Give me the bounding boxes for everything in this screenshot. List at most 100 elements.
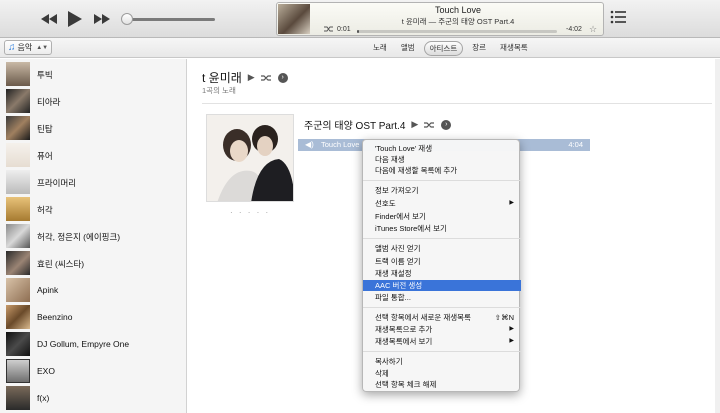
tab-playlists[interactable]: 재생목록 [495, 41, 533, 56]
list-item[interactable]: 퓨어 [0, 142, 186, 169]
track-duration: 4:04 [568, 140, 583, 149]
more-options-icon[interactable]: › [277, 72, 288, 83]
list-item[interactable]: 허각 [0, 196, 186, 223]
artist-title: t 윤미래 [202, 71, 242, 85]
album-artwork[interactable] [206, 114, 294, 202]
play-icon[interactable]: ▶ [411, 119, 418, 130]
rewind-button[interactable] [38, 8, 60, 30]
artist-thumbnail [6, 89, 30, 113]
rewind-icon [41, 14, 57, 24]
menu-item-consolidate-files[interactable]: 파일 통합... [363, 292, 521, 303]
menu-item-get-album-artwork[interactable]: 앨범 사진 얻기 [363, 243, 521, 254]
shuffle-icon[interactable] [424, 121, 435, 129]
menu-item-create-aac[interactable]: AAC 버전 생성 [363, 280, 521, 291]
remaining-time: -4:02 [566, 26, 582, 33]
submenu-arrow-icon: ▶ [509, 326, 514, 332]
menu-item-new-playlist-from-selection[interactable]: 선택 항목에서 새로운 재생목록 ⇧⌘N [363, 312, 521, 323]
menu-item-add-to-playlist[interactable]: 재생목록으로 추가 ▶ [363, 324, 521, 335]
speaker-icon: ◀) [305, 140, 314, 149]
list-item[interactable]: 틴탑 [0, 115, 186, 142]
artist-thumbnail [6, 62, 30, 86]
artist-thumbnail [6, 170, 30, 194]
list-item[interactable]: 허각, 정은지 (에이핑크) [0, 223, 186, 250]
list-icon [610, 10, 626, 24]
artist-list: 투빅 티아라 틴탑 퓨어 프라이머리 허각 허각, 정은지 (에이핑크) 효린 … [0, 59, 187, 413]
menu-item-delete[interactable]: 삭제 [363, 368, 521, 379]
menu-item-show-in-finder[interactable]: Finder에서 보기 [363, 211, 521, 222]
play-button[interactable] [64, 8, 86, 30]
menu-separator [363, 180, 521, 181]
more-options-icon[interactable]: › [441, 119, 452, 130]
menu-item-label: 선택 항목에서 새로운 재생목록 [375, 313, 471, 322]
menu-item-show-in-playlist[interactable]: 재생목록에서 보기 ▶ [363, 336, 521, 347]
artist-thumbnail [6, 332, 30, 356]
artist-name: Beenzino [37, 312, 73, 322]
menu-item-label: 선호도 [375, 199, 396, 208]
track-name: Touch Love [321, 140, 360, 149]
menu-item-show-in-store[interactable]: iTunes Store에서 보기 [363, 223, 521, 234]
menu-item-play[interactable]: 'Touch Love' 재생 [363, 143, 521, 154]
up-next-button[interactable] [610, 10, 626, 26]
tab-genres[interactable]: 장르 [467, 41, 491, 56]
artist-name: 퓨어 [37, 151, 53, 161]
navigation-bar: ♫ 음악 ▲▼ 노래 앨범 아티스트 장르 재생목록 [0, 38, 720, 58]
music-note-icon: ♫ [8, 42, 16, 53]
menu-item-rating[interactable]: 선호도 ▶ [363, 198, 521, 209]
artist-header: t 윤미래 ▶ › [202, 69, 288, 86]
fast-forward-icon [94, 14, 110, 24]
artist-thumbnail [6, 359, 30, 383]
list-item[interactable]: 티아라 [0, 88, 186, 115]
play-icon [68, 11, 82, 27]
tab-songs[interactable]: 노래 [368, 41, 392, 56]
play-icon[interactable]: ▶ [248, 72, 255, 83]
artist-name: EXO [37, 366, 55, 376]
list-item[interactable]: Apink [0, 277, 186, 304]
shuffle-icon[interactable] [324, 25, 334, 35]
shuffle-icon[interactable] [260, 74, 272, 82]
artist-thumbnail [6, 224, 30, 248]
elapsed-time: 0:01 [337, 26, 351, 33]
list-item[interactable]: Beenzino [0, 304, 186, 331]
artist-thumbnail [6, 251, 30, 275]
artist-name: 투빅 [37, 70, 53, 80]
fast-forward-button[interactable] [91, 8, 113, 30]
list-item[interactable]: 효린 (씨스타) [0, 250, 186, 277]
artist-thumbnail [6, 116, 30, 140]
star-icon[interactable]: ☆ [589, 24, 597, 35]
menu-item-play-next[interactable]: 다음 재생 [363, 154, 521, 165]
updown-chevron-icon: ▲▼ [36, 44, 49, 51]
menu-item-reset-plays[interactable]: 재생 재설정 [363, 268, 521, 279]
menu-item-label: 재생목록에서 보기 [375, 337, 433, 346]
list-item[interactable]: f(x) [0, 385, 186, 412]
menu-item-copy[interactable]: 복사하기 [363, 356, 521, 367]
list-item[interactable]: DJ Gollum, Empyre One [0, 331, 186, 358]
vertical-scrollbar[interactable] [715, 59, 720, 413]
artist-thumbnail [6, 386, 30, 410]
divider [202, 103, 712, 104]
media-type-label: 음악 [17, 43, 33, 52]
menu-item-get-track-names[interactable]: 트랙 이름 얻기 [363, 256, 521, 267]
now-playing-artwork[interactable] [278, 4, 310, 34]
artist-name: Apink [37, 285, 59, 295]
now-playing-subtitle: t 윤미래 — 주군의 태양 OST Part.4 [401, 17, 515, 26]
tab-artists[interactable]: 아티스트 [423, 41, 464, 56]
artist-thumbnail [6, 278, 30, 302]
list-item[interactable]: EXO [0, 358, 186, 385]
progress-bar[interactable] [357, 30, 557, 33]
menu-item-add-to-up-next[interactable]: 다음에 재생할 목록에 추가 [363, 165, 521, 176]
list-item[interactable]: 투빅 [0, 61, 186, 88]
player-bar: Touch Love t 윤미래 — 주군의 태양 OST Part.4 0:0… [0, 0, 720, 38]
view-tabs: 노래 앨범 아티스트 장르 재생목록 [368, 41, 533, 56]
context-menu: 'Touch Love' 재생 다음 재생 다음에 재생할 목록에 추가 정보 … [362, 139, 521, 392]
song-count: 1곡의 노래 [202, 86, 236, 95]
media-type-select[interactable]: ♫ 음악 ▲▼ [4, 40, 52, 55]
volume-knob[interactable] [121, 13, 133, 25]
menu-item-get-info[interactable]: 정보 가져오기 [363, 185, 521, 196]
tab-albums[interactable]: 앨범 [396, 41, 420, 56]
volume-slider[interactable] [121, 13, 215, 25]
artist-name: 틴탑 [37, 124, 53, 134]
menu-item-label: 재생목록으로 추가 [375, 325, 433, 334]
list-item[interactable]: 프라이머리 [0, 169, 186, 196]
menu-separator [363, 307, 521, 308]
menu-item-uncheck-selection[interactable]: 선택 항목 체크 해제 [363, 379, 521, 390]
